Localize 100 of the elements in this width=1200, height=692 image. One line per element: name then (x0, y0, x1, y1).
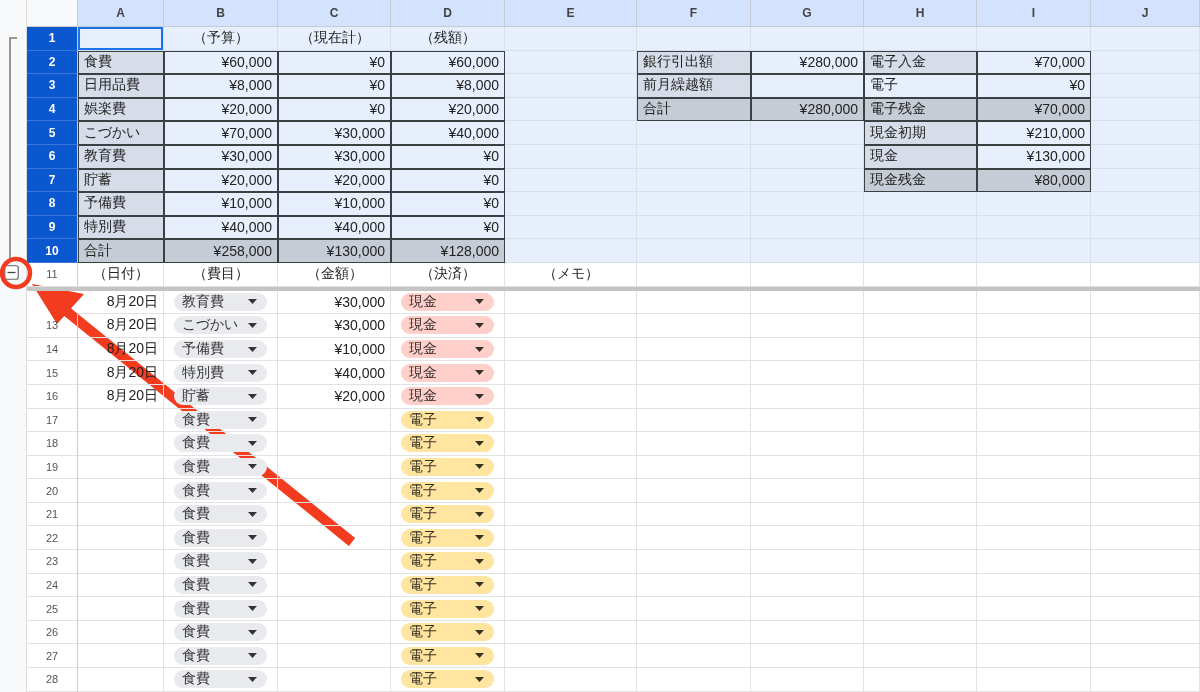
dropdown-chip[interactable]: 現金 (401, 292, 494, 311)
column-header[interactable]: B (164, 0, 278, 27)
caret-icon (475, 535, 484, 541)
table-cell: 娯楽費 (78, 97, 164, 122)
caret-icon (475, 464, 484, 470)
caret-icon (248, 582, 257, 588)
column-header[interactable]: A (78, 0, 164, 27)
caret-icon (475, 322, 484, 328)
row-header[interactable]: 20 (27, 479, 78, 503)
table-cell: ¥40,000 (164, 215, 278, 240)
column-header[interactable]: H (864, 0, 977, 27)
column-header[interactable]: I (977, 0, 1091, 27)
dropdown-chip[interactable]: こづかい (174, 316, 267, 335)
column-header[interactable]: F (637, 0, 751, 27)
caret-icon (475, 676, 484, 682)
column-header[interactable]: G (751, 0, 864, 27)
row-header[interactable]: 23 (27, 550, 78, 574)
dropdown-chip[interactable]: 電子 (401, 646, 494, 665)
dropdown-chip[interactable]: 電子 (401, 434, 494, 453)
column-header[interactable]: E (505, 0, 637, 27)
corner-cell[interactable] (27, 0, 78, 27)
dropdown-chip[interactable]: 特別費 (174, 363, 267, 382)
caret-icon (475, 653, 484, 659)
table-cell: ¥0 (391, 144, 505, 169)
dropdown-chip[interactable]: 現金 (401, 363, 494, 382)
table-cell: ¥20,000 (164, 97, 278, 122)
caret-icon (248, 370, 257, 376)
table-cell: ¥60,000 (164, 50, 278, 75)
dropdown-chip[interactable]: 食費 (174, 481, 267, 500)
dropdown-chip[interactable]: 食費 (174, 575, 267, 594)
dropdown-chip[interactable]: 食費 (174, 670, 267, 689)
row-header[interactable]: 3 (27, 74, 78, 98)
row-header[interactable]: 8 (27, 192, 78, 216)
table-cell: 電子 (864, 74, 977, 98)
dropdown-chip[interactable]: 食費 (174, 552, 267, 571)
dropdown-chip[interactable]: 食費 (174, 458, 267, 476)
table-cell: ¥40,000 (391, 121, 505, 145)
row-header[interactable]: 2 (27, 50, 78, 75)
dropdown-chip[interactable]: 電子 (401, 505, 494, 524)
row-header[interactable]: 4 (27, 97, 78, 122)
row-header[interactable]: 1 (27, 27, 78, 51)
caret-icon (475, 370, 484, 376)
dropdown-chip[interactable]: 予備費 (174, 340, 267, 358)
column-header[interactable]: C (278, 0, 391, 27)
row-header[interactable]: 22 (27, 526, 78, 551)
row-header[interactable]: 26 (27, 620, 78, 645)
row-header[interactable]: 24 (27, 573, 78, 598)
dropdown-chip[interactable]: 食費 (174, 599, 267, 618)
row-header[interactable]: 25 (27, 597, 78, 621)
dropdown-chip[interactable]: 食費 (174, 434, 267, 453)
dropdown-chip[interactable]: 現金 (401, 387, 494, 406)
dropdown-chip[interactable]: 教育費 (174, 292, 267, 311)
caret-icon (248, 393, 257, 399)
dropdown-chip[interactable]: 貯蓄 (174, 387, 267, 406)
row-header[interactable]: 16 (27, 384, 78, 409)
active-cell[interactable] (78, 27, 164, 51)
caret-icon (248, 346, 257, 352)
circle-annotation (0, 256, 33, 290)
caret-icon (475, 511, 484, 517)
dropdown-chip[interactable]: 電子 (401, 481, 494, 500)
row-header[interactable]: 19 (27, 455, 78, 480)
dropdown-chip[interactable]: 現金 (401, 340, 494, 358)
dropdown-chip[interactable]: 電子 (401, 410, 494, 429)
dropdown-chip[interactable]: 食費 (174, 410, 267, 429)
row-header[interactable]: 6 (27, 144, 78, 169)
column-header[interactable]: J (1091, 0, 1200, 27)
row-header[interactable]: 14 (27, 337, 78, 362)
dropdown-chip[interactable]: 電子 (401, 575, 494, 594)
table-cell: ¥0 (391, 192, 505, 216)
row-header[interactable]: 15 (27, 361, 78, 385)
dropdown-chip[interactable]: 電子 (401, 552, 494, 571)
table-cell: ¥130,000 (278, 239, 391, 263)
dropdown-chip[interactable]: 電子 (401, 599, 494, 618)
row-header[interactable]: 10 (27, 239, 78, 263)
dropdown-chip[interactable]: 電子 (401, 528, 494, 547)
dropdown-chip[interactable]: 現金 (401, 316, 494, 335)
table-cell: 8月20日 (78, 314, 164, 338)
row-header[interactable]: 27 (27, 644, 78, 669)
dropdown-chip[interactable]: 食費 (174, 528, 267, 547)
table-cell: ¥20,000 (278, 168, 391, 193)
dropdown-chip[interactable]: 電子 (401, 670, 494, 689)
collapse-icon[interactable] (4, 265, 19, 280)
dropdown-chip[interactable]: 食費 (174, 623, 267, 642)
table-cell: ¥80,000 (977, 168, 1091, 193)
table-cell: 貯蓄 (78, 168, 164, 193)
table-cell: ¥280,000 (751, 97, 864, 122)
row-header[interactable]: 17 (27, 408, 78, 433)
table-cell: ¥0 (278, 50, 391, 75)
caret-icon (475, 606, 484, 612)
row-header[interactable]: 5 (27, 121, 78, 145)
dropdown-chip[interactable]: 食費 (174, 505, 267, 524)
row-header[interactable]: 18 (27, 432, 78, 456)
dropdown-chip[interactable]: 食費 (174, 646, 267, 665)
row-header[interactable]: 21 (27, 502, 78, 527)
row-header[interactable]: 28 (27, 668, 78, 692)
dropdown-chip[interactable]: 電子 (401, 458, 494, 476)
column-header[interactable]: D (391, 0, 505, 27)
row-header[interactable]: 9 (27, 215, 78, 240)
dropdown-chip[interactable]: 電子 (401, 623, 494, 642)
row-header[interactable]: 7 (27, 168, 78, 193)
